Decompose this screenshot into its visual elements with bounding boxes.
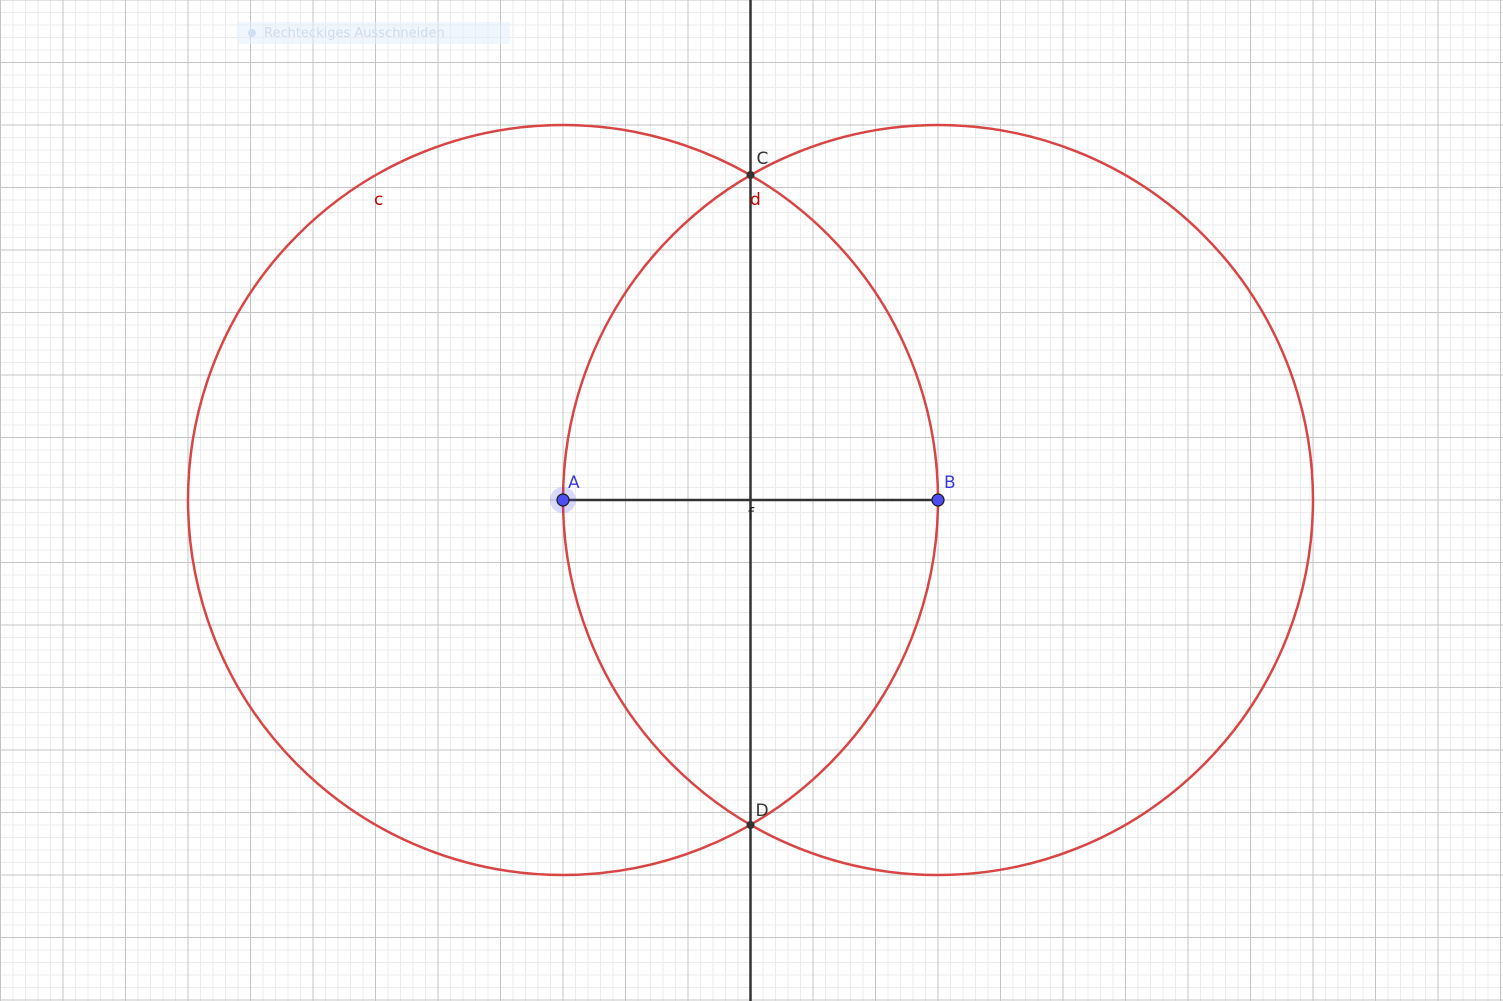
point-d[interactable]	[746, 821, 755, 829]
snipping-tool-hint-text: Rechteckiges Ausschneiden	[264, 25, 445, 41]
label-point-b: B	[944, 473, 956, 493]
snipping-tool-hint: Rechteckiges Ausschneiden	[238, 22, 510, 44]
label-point-d: D	[756, 801, 769, 821]
label-segment-f: f	[748, 505, 755, 525]
point-c[interactable]	[746, 171, 755, 179]
label-circle-c: c	[374, 190, 383, 210]
geometry-canvas[interactable]: A B C D c d f	[0, 0, 1503, 1001]
label-point-c: C	[757, 149, 769, 169]
snip-mode-icon	[248, 29, 256, 37]
point-b[interactable]	[931, 493, 945, 507]
point-a[interactable]	[556, 493, 570, 507]
label-point-a: A	[568, 473, 580, 493]
label-circle-d: d	[750, 190, 761, 210]
